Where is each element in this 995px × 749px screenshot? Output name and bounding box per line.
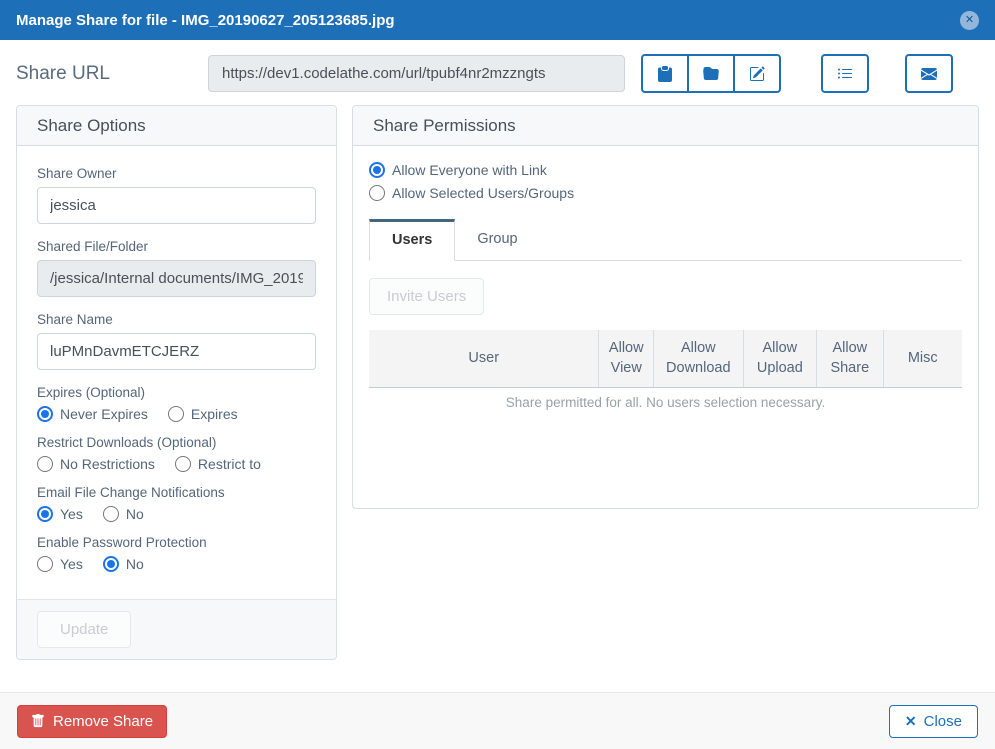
share-permissions-header: Share Permissions xyxy=(353,106,978,146)
password-protection-group: Enable Password Protection Yes No xyxy=(37,535,316,572)
close-button[interactable]: ✕ Close xyxy=(889,705,978,738)
share-options-footer: Update xyxy=(17,599,336,659)
shared-file-label: Shared File/Folder xyxy=(37,239,316,254)
share-owner-field: Share Owner xyxy=(37,166,316,224)
allow-everyone-option[interactable]: Allow Everyone with Link xyxy=(369,162,547,178)
invite-users-button[interactable]: Invite Users xyxy=(369,278,484,315)
never-expires-radio[interactable] xyxy=(37,406,53,422)
permissions-table-header: User Allow View Allow Download Allow Upl… xyxy=(369,330,962,388)
email-notifications-no-option[interactable]: No xyxy=(103,506,144,522)
permissions-empty-message: Share permitted for all. No users select… xyxy=(369,388,962,417)
edit-share-button[interactable] xyxy=(733,54,781,93)
allow-selected-radio[interactable] xyxy=(369,185,385,201)
column-header-allow-download: Allow Download xyxy=(653,330,743,387)
password-protection-yes-radio[interactable] xyxy=(37,556,53,572)
password-protection-label: Enable Password Protection xyxy=(37,535,316,550)
share-permissions-body: Allow Everyone with Link Allow Selected … xyxy=(353,146,978,508)
password-protection-no-option[interactable]: No xyxy=(103,556,144,572)
list-icon xyxy=(837,66,853,82)
clipboard-icon xyxy=(657,66,673,82)
shared-file-input[interactable] xyxy=(37,260,316,297)
share-url-row: Share URL xyxy=(0,40,995,105)
open-folder-button[interactable] xyxy=(687,54,735,93)
expires-label: Expires (Optional) xyxy=(37,385,316,400)
share-activity-button[interactable] xyxy=(821,54,869,93)
permissions-tabs: Users Group xyxy=(369,219,962,261)
share-owner-input[interactable] xyxy=(37,187,316,224)
column-header-allow-upload: Allow Upload xyxy=(743,330,817,387)
email-notifications-group: Email File Change Notifications Yes No xyxy=(37,485,316,522)
share-name-input[interactable] xyxy=(37,333,316,370)
email-notifications-yes-option[interactable]: Yes xyxy=(37,506,83,522)
modal-footer: Remove Share ✕ Close xyxy=(0,692,995,749)
edit-icon xyxy=(749,66,765,82)
share-options-body: Share Owner Shared File/Folder Share Nam… xyxy=(17,146,336,599)
copy-url-button[interactable] xyxy=(641,54,689,93)
no-restrictions-radio[interactable] xyxy=(37,456,53,472)
share-url-input[interactable] xyxy=(208,55,625,92)
allow-selected-option[interactable]: Allow Selected Users/Groups xyxy=(369,185,574,201)
x-icon: ✕ xyxy=(905,714,917,728)
email-notifications-yes-radio[interactable] xyxy=(37,506,53,522)
share-owner-label: Share Owner xyxy=(37,166,316,181)
trash-icon xyxy=(31,714,45,728)
folder-open-icon xyxy=(703,66,719,82)
restrict-downloads-label: Restrict Downloads (Optional) xyxy=(37,435,316,450)
close-icon[interactable]: ✕ xyxy=(960,11,979,30)
column-header-allow-view: Allow View xyxy=(598,330,653,387)
permissions-table: User Allow View Allow Download Allow Upl… xyxy=(369,330,962,417)
share-options-card: Share Options Share Owner Shared File/Fo… xyxy=(16,105,337,660)
url-action-group xyxy=(641,54,781,93)
expires-radio[interactable] xyxy=(168,406,184,422)
no-restrictions-option[interactable]: No Restrictions xyxy=(37,456,155,472)
column-header-misc: Misc xyxy=(883,330,962,387)
restrict-to-radio[interactable] xyxy=(175,456,191,472)
share-name-field: Share Name xyxy=(37,312,316,370)
main-content: Share Options Share Owner Shared File/Fo… xyxy=(0,105,995,660)
restrict-downloads-group: Restrict Downloads (Optional) No Restric… xyxy=(37,435,316,472)
expires-option[interactable]: Expires xyxy=(168,406,238,422)
never-expires-option[interactable]: Never Expires xyxy=(37,406,148,422)
email-share-button[interactable] xyxy=(905,54,953,93)
modal-title: Manage Share for file - IMG_20190627_205… xyxy=(16,12,395,29)
modal-titlebar: Manage Share for file - IMG_20190627_205… xyxy=(0,0,995,40)
update-button[interactable]: Update xyxy=(37,611,131,648)
envelope-icon xyxy=(921,66,937,82)
access-options: Allow Everyone with Link Allow Selected … xyxy=(369,162,962,201)
restrict-to-option[interactable]: Restrict to xyxy=(175,456,261,472)
email-notifications-no-radio[interactable] xyxy=(103,506,119,522)
share-permissions-card: Share Permissions Allow Everyone with Li… xyxy=(352,105,979,509)
remove-share-button[interactable]: Remove Share xyxy=(17,705,167,738)
column-header-allow-share: Allow Share xyxy=(816,330,882,387)
password-protection-yes-option[interactable]: Yes xyxy=(37,556,83,572)
tab-users[interactable]: Users xyxy=(369,219,455,261)
share-options-header: Share Options xyxy=(17,106,336,146)
expires-group: Expires (Optional) Never Expires Expires xyxy=(37,385,316,422)
allow-everyone-radio[interactable] xyxy=(369,162,385,178)
column-header-user: User xyxy=(369,330,598,387)
email-notifications-label: Email File Change Notifications xyxy=(37,485,316,500)
share-name-label: Share Name xyxy=(37,312,316,327)
tab-group[interactable]: Group xyxy=(455,219,539,260)
password-protection-no-radio[interactable] xyxy=(103,556,119,572)
shared-file-field: Shared File/Folder xyxy=(37,239,316,297)
share-url-label: Share URL xyxy=(16,63,208,85)
